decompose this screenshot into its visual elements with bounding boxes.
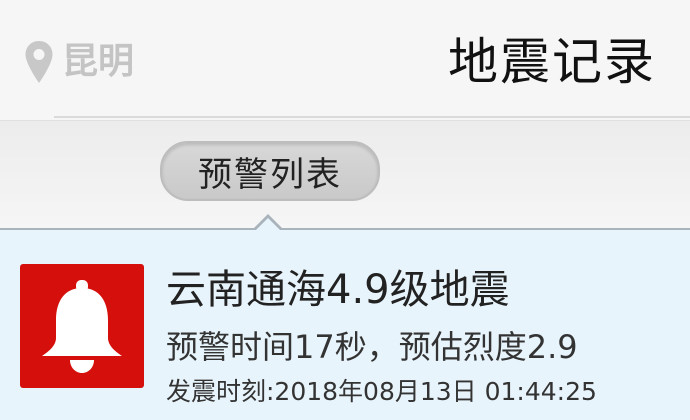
tab-bar: 预警列表 — [0, 120, 690, 231]
map-pin-icon — [25, 41, 53, 83]
tab-warning-list[interactable]: 预警列表 — [160, 141, 380, 201]
list-item[interactable]: 云南通海4.9级地震 预警时间17秒，预估烈度2.9 发震时刻:2018年08月… — [0, 230, 690, 420]
app-header: 昆明 地震记录 — [0, 0, 690, 120]
location-selector[interactable]: 昆明 — [24, 38, 134, 86]
tab-pointer-fill — [255, 218, 281, 231]
earthquake-list: 云南通海4.9级地震 预警时间17秒，预估烈度2.9 发震时刻:2018年08月… — [0, 230, 690, 420]
alert-badge — [20, 264, 144, 388]
quake-time: 发震时刻:2018年08月13日 01:44:25 — [166, 377, 597, 406]
bell-icon — [42, 280, 122, 373]
page-title: 地震记录 — [448, 33, 656, 91]
quake-title: 云南通海4.9级地震 — [166, 267, 510, 313]
header-divider — [54, 116, 690, 118]
location-label: 昆明 — [62, 41, 135, 82]
quake-detail: 预警时间17秒，预估烈度2.9 — [166, 328, 578, 366]
